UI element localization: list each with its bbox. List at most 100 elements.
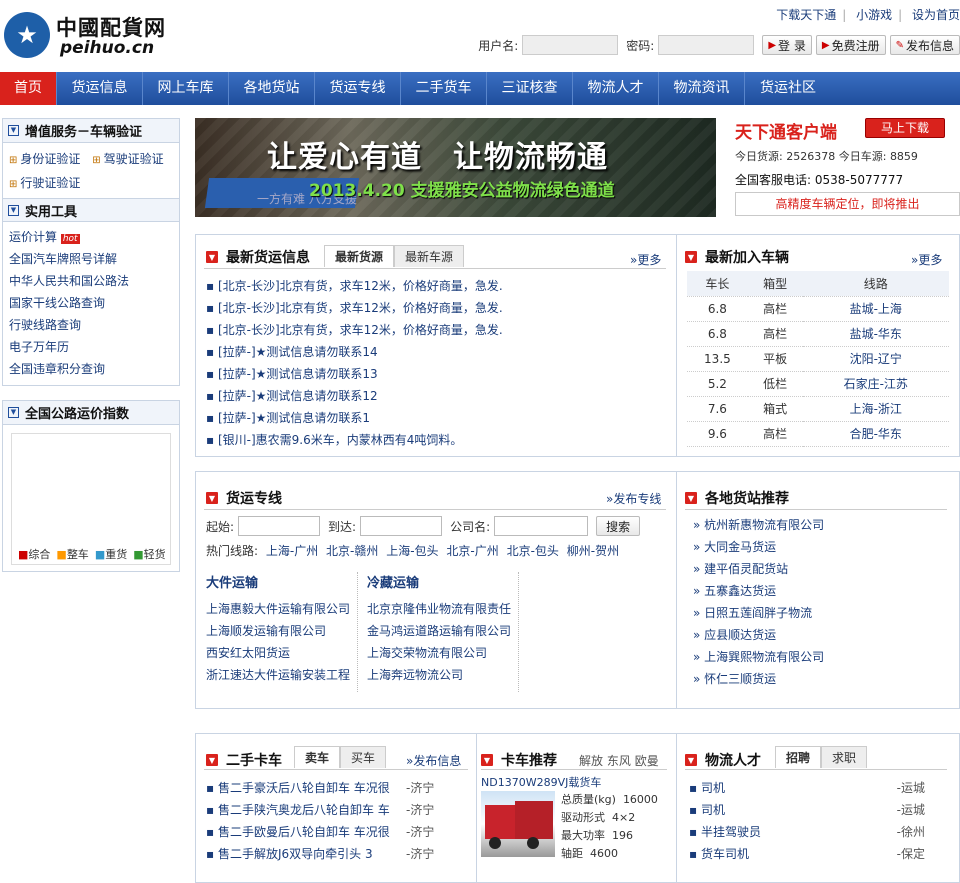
company-link[interactable]: 金马鸿运道路运输有限公司 [367,620,518,642]
tool-plates[interactable]: 全国汽车牌照号详解 [9,248,173,270]
register-button[interactable]: ▶ 免费注册 [815,35,886,55]
hot-route-link[interactable]: 上海-广州 [266,544,318,558]
station-link[interactable]: » 五寨鑫达货运 [693,580,943,602]
from-input[interactable] [238,516,321,536]
tab-buy[interactable]: 买车 [340,746,387,768]
list-item[interactable]: ▪ 售二手欧曼后八轮自卸车 车况很 -济宁 [206,821,468,843]
cargo-item[interactable]: ▪ [北京-长沙]北京有货，求车12米，价格好商量，急发. [206,297,666,319]
hot-route-link[interactable]: 柳州-贺州 [567,544,619,558]
station-link[interactable]: » 日照五莲阎胖子物流 [693,602,943,624]
tool-trunk-roads[interactable]: 国家干线公路查询 [9,292,173,314]
lines-title: 货运专线 [226,491,282,507]
list-item[interactable]: ▪ 司机 -运城 [689,777,925,799]
cargo-more-link[interactable]: »更多 [630,251,661,268]
table-row[interactable]: 6.8 高栏 盐城-上海 [687,296,949,322]
to-input[interactable] [360,516,443,536]
search-button[interactable]: 搜索 [596,516,641,536]
collapse-icon[interactable]: ▼ [8,204,19,216]
company-input[interactable] [494,516,589,536]
nav-stations[interactable]: 各地货站 [229,72,315,105]
vehicles-more-link[interactable]: »更多 [911,251,942,268]
station-link[interactable]: » 杭州新惠物流有限公司 [693,514,943,536]
hot-route-link[interactable]: 北京-广州 [446,544,498,558]
client-panel: 天下通客户端 马上下载 今日货源: 2526378 今日车源: 8859 全国客… [735,118,960,218]
list-item[interactable]: ▪ 司机 -运城 [689,799,925,821]
username-input[interactable] [522,35,619,55]
table-row[interactable]: 9.6 高栏 合肥-华东 [687,421,949,447]
vas-id-link[interactable]: 身份证验证 [20,152,80,166]
nav-home[interactable]: 首页 [0,72,57,105]
password-input[interactable] [658,35,755,55]
tab-sell[interactable]: 卖车 [294,746,341,768]
company-link[interactable]: 上海奔远物流公司 [367,664,518,686]
tools-panel: ▼ 实用工具 运价计算 hot 全国汽车牌照号详解 中华人民共和国公路法 国家干线… [2,198,180,386]
homepage-link[interactable]: 设为首页 [912,8,960,22]
company-link[interactable]: 浙江速达大件运输安装工程 [206,664,357,686]
vas-driving-link[interactable]: 行驶证验证 [20,176,80,190]
cargo-item[interactable]: ▪ [北京-长沙]北京有货，求车12米，价格好商量，急发. [206,319,666,341]
station-link[interactable]: » 怀仁三顺货运 [693,668,943,690]
tool-highway-law[interactable]: 中华人民共和国公路法 [9,270,173,292]
list-item[interactable]: ▪ 货车司机 -保定 [689,843,925,865]
nav-lines[interactable]: 货运专线 [315,72,401,105]
hot-route-link[interactable]: 上海-包头 [386,544,438,558]
login-button[interactable]: ▶ 登 录 [762,35,812,55]
hot-route-link[interactable]: 北京-包头 [507,544,559,558]
site-logo[interactable]: ★ 中國配貨网 peihuo.cn [4,10,174,60]
list-item[interactable]: ▪ 售二手解放J6双导向牵引头 3 -济宁 [206,843,468,865]
nav-used-trucks[interactable]: 二手货车 [401,72,487,105]
collapse-icon[interactable]: ▼ [8,407,19,418]
banner[interactable]: 一方有难 八方支援 让爱心有道 让物流畅通 2013.4.20 支援雅安公益物流… [195,118,716,217]
station-link[interactable]: » 应县顺达货运 [693,624,943,646]
station-link[interactable]: » 建平佰灵配货站 [693,558,943,580]
tool-violation[interactable]: 全国违章积分查询 [9,358,173,380]
nav-news[interactable]: 物流资讯 [659,72,745,105]
vas-license-link[interactable]: 驾驶证验证 [104,152,164,166]
nav-verify[interactable]: 三证核查 [487,72,573,105]
nav-garage[interactable]: 网上车库 [143,72,229,105]
cargo-item[interactable]: ▪ [拉萨-]★测试信息请勿联系12 [206,385,666,407]
game-link[interactable]: 小游戏 [856,8,892,22]
table-row[interactable]: 6.8 高栏 盐城-华东 [687,321,949,347]
table-row[interactable]: 13.5 平板 沈阳-辽宁 [687,346,949,372]
hot-route-link[interactable]: 北京-赣州 [326,544,378,558]
company-link[interactable]: 上海惠毅大件运输有限公司 [206,598,357,620]
cargo-item[interactable]: ▪ [拉萨-]★测试信息请勿联系14 [206,341,666,363]
publish-line-link[interactable]: »发布专线 [606,490,661,507]
station-link[interactable]: » 大同金马货运 [693,536,943,558]
used-publish-link[interactable]: »发布信息 [406,752,461,769]
banner-line1: 让爱心有道 让物流畅通 [267,140,608,175]
tool-calendar[interactable]: 电子万年历 [9,336,173,358]
download-link[interactable]: 下载天下通 [776,8,836,22]
collapse-icon[interactable]: ▼ [8,125,19,136]
tab-latest-cargo[interactable]: 最新货源 [324,245,395,267]
truck-image[interactable] [481,791,555,857]
company-link[interactable]: 北京京隆伟业物流有限责任 [367,598,518,620]
cargo-item[interactable]: ▪ [拉萨-]★测试信息请勿联系1 [206,407,666,429]
cargo-item[interactable]: ▪ [北京-长沙]北京有货，求车12米，价格好商量，急发. [206,275,666,297]
station-link[interactable]: » 上海巽熙物流有限公司 [693,646,943,668]
vehicles-table: 车长 箱型 线路 6.8 高栏 盐城-上海 6.8 高栏 盐城-华东 13.5 平板 沈阳-辽宁… [687,271,949,447]
nav-community[interactable]: 货运社区 [745,72,831,105]
company-link[interactable]: 上海顺发运输有限公司 [206,620,357,642]
truck-model[interactable]: ND1370W289VJ载货车 [481,774,601,790]
list-item[interactable]: ▪ 半挂驾驶员 -徐州 [689,821,925,843]
download-button[interactable]: 马上下载 [865,118,945,138]
nav-talent[interactable]: 物流人才 [573,72,659,105]
list-item[interactable]: ▪ 售二手豪沃后八轮自卸车 车况很 -济宁 [206,777,468,799]
tab-job-seek[interactable]: 求职 [821,746,868,768]
tab-recruit[interactable]: 招聘 [775,746,822,768]
company-link[interactable]: 上海交荣物流有限公司 [367,642,518,664]
cargo-item[interactable]: ▪ [拉萨-]★测试信息请勿联系13 [206,363,666,385]
tab-latest-trucks[interactable]: 最新车源 [394,245,465,267]
tool-freight-calc[interactable]: 运价计算 hot [9,226,173,248]
nav-cargo[interactable]: 货运信息 [57,72,143,105]
publish-button[interactable]: ✎ 发布信息 [889,35,960,55]
tool-route[interactable]: 行驶线路查询 [9,314,173,336]
table-row[interactable]: 5.2 低栏 石家庄-江苏 [687,371,949,397]
list-item[interactable]: ▪ 售二手陕汽奥龙后八轮自卸车 车 -济宁 [206,799,468,821]
table-row[interactable]: 7.6 箱式 上海-浙江 [687,396,949,422]
company-link[interactable]: 西安红太阳货运 [206,642,357,664]
gps-notice[interactable]: 高精度车辆定位，即将推出 [735,192,960,216]
cargo-item[interactable]: ▪ [银川-]惠农需9.6米车，内蒙林西有4吨饲料。 [206,429,666,451]
